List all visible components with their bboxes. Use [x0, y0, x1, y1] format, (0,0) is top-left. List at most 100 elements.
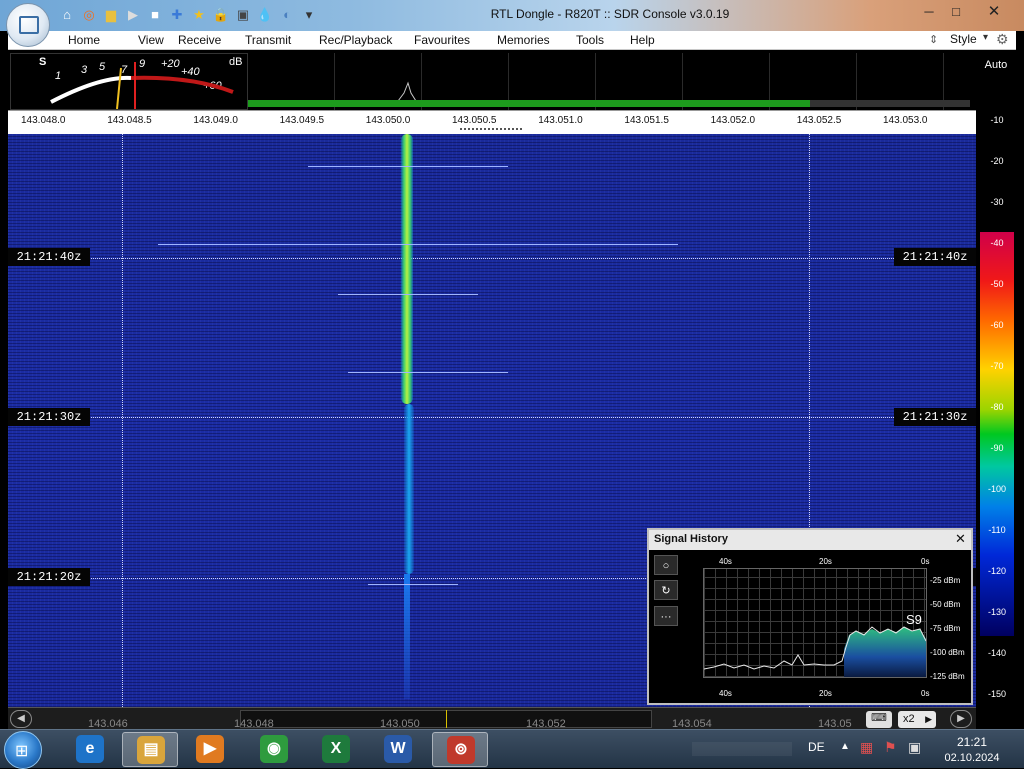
center-marker [446, 710, 447, 728]
reset-icon[interactable]: ↻ [654, 580, 678, 600]
close-button[interactable]: ✕ [980, 3, 1008, 21]
grid-line [8, 417, 976, 418]
menu-transmit[interactable]: Transmit [245, 33, 291, 47]
record-icon[interactable]: ○ [654, 555, 678, 575]
stop-icon[interactable]: ■ [146, 6, 164, 24]
axis-strip [8, 126, 976, 134]
more-options-icon[interactable]: ··· [654, 606, 678, 626]
zoom-level: x2 [903, 713, 915, 725]
menu-tools[interactable]: Tools [576, 33, 604, 47]
menu-rec-playback[interactable]: Rec/Playback [319, 33, 392, 47]
maximize-button[interactable]: □ [943, 3, 969, 21]
menu-view[interactable]: View [138, 33, 164, 47]
menu-bar: Home View Receive Transmit Rec/Playback Favou… [8, 31, 1016, 50]
app-logo-icon [19, 16, 39, 34]
noise-floor-trace [810, 100, 970, 107]
s-meter-arc [50, 62, 234, 109]
level-label: -100 [987, 484, 1006, 494]
scroll-left-icon[interactable]: ◀ [10, 710, 32, 728]
star-icon[interactable]: ★ [190, 6, 208, 24]
folder-icon[interactable]: ▆ [102, 6, 120, 24]
signal-trace-fading [404, 574, 410, 699]
timestamp-left: 21:21:30z [8, 408, 90, 426]
frequency-label: 143.052.0 [710, 115, 756, 126]
taskbar-app-word[interactable]: W [370, 732, 426, 767]
s-meter: S dB 1 3 5 7 9 +20 +40 +60 [10, 53, 248, 110]
frequency-scrollbar[interactable]: ◀ 143.046 143.048 143.050 143.052 143.054 143… [8, 707, 976, 730]
menu-help[interactable]: Help [630, 33, 655, 47]
app-icon: ▤ [137, 736, 165, 764]
camera-icon[interactable]: ▣ [234, 6, 252, 24]
minimize-button[interactable]: ─ [916, 3, 942, 21]
time-tick-top: 20s [819, 557, 832, 566]
level-label: -130 [987, 607, 1006, 617]
app-icon: ▶ [196, 735, 224, 763]
signal-history-close-button[interactable]: ✕ [955, 531, 966, 547]
style-menu[interactable]: Style [950, 32, 977, 46]
menu-home[interactable]: Home [68, 33, 100, 47]
tray-widget [692, 742, 792, 756]
zoom-button[interactable]: x2 ▶ [898, 711, 936, 728]
home-icon[interactable]: ⌂ [58, 6, 76, 24]
passband-bar[interactable] [248, 100, 810, 107]
window-title: RTL Dongle - R820T :: SDR Console v3.0.1… [490, 7, 730, 21]
menu-favourites[interactable]: Favourites [414, 33, 470, 47]
taskbar-app-media-player[interactable]: ▶ [182, 732, 238, 767]
level-label: -10 [990, 115, 1004, 125]
lock-icon[interactable]: 🔒 [212, 6, 230, 24]
menu-memories[interactable]: Memories [497, 33, 550, 47]
scroll-right-icon[interactable]: ▶ [950, 710, 972, 728]
style-arrows-icon[interactable]: ⇕ [929, 33, 938, 46]
action-center-icon[interactable]: ⚑ [884, 739, 897, 756]
level-tick: -25 dBm [930, 576, 961, 585]
frequency-label: 143.048.5 [107, 115, 152, 126]
level-tick: -125 dBm [930, 672, 965, 681]
app-icon: ◉ [260, 735, 288, 763]
carrier-line [158, 244, 678, 245]
signal-trace-strong [401, 134, 413, 404]
style-dropdown-icon[interactable]: ▾ [983, 32, 988, 43]
start-button[interactable]: ⊞ [4, 731, 42, 769]
taskbar-app-excel[interactable]: X [308, 732, 364, 767]
language-indicator[interactable]: DE [808, 740, 825, 754]
app-menu-button[interactable] [6, 3, 50, 47]
s-reading: S9 [906, 612, 922, 627]
tray-expand-icon[interactable]: ▲ [840, 741, 850, 752]
settings-gear-icon[interactable]: ⚙ [996, 31, 1009, 48]
play-icon[interactable]: ▶ [124, 6, 142, 24]
dropdown-icon[interactable]: ▾ [300, 6, 318, 24]
carrier-line [348, 372, 508, 373]
frequency-label: 143.049.5 [279, 115, 325, 126]
level-label: -50 [990, 279, 1004, 289]
auto-scale-button[interactable]: Auto [976, 53, 1016, 77]
add-icon[interactable]: ✚ [168, 6, 186, 24]
level-label: -40 [990, 238, 1004, 248]
keyboard-icon[interactable]: ⌨ [866, 711, 892, 728]
level-tick: -75 dBm [930, 624, 961, 633]
signal-trace-weak [404, 404, 414, 574]
frequency-label: 143.051.0 [538, 115, 583, 126]
taskbar-app-explorer[interactable]: ▤ [122, 732, 178, 767]
water-icon[interactable]: 💧 [256, 6, 274, 24]
carrier-line [368, 584, 458, 585]
level-label: -150 [987, 689, 1006, 699]
time-tick-top: 0s [921, 557, 930, 566]
lifebuoy-icon[interactable]: ◎ [80, 6, 98, 24]
taskbar-app-internet-explorer[interactable]: e [62, 732, 118, 767]
signal-history-titlebar[interactable]: Signal History ✕ [649, 530, 971, 550]
display-icon[interactable]: ▣ [908, 739, 921, 756]
frequency-label: 143.050.0 [365, 115, 411, 126]
clock-time[interactable]: 21:21 [942, 735, 1002, 749]
taskbar-app-chrome[interactable]: ◉ [246, 732, 302, 767]
frequency-label: 143.053.0 [883, 115, 928, 126]
frequency-label: 143.051.5 [624, 115, 669, 126]
carrier-line [308, 166, 508, 167]
menu-receive[interactable]: Receive [178, 33, 221, 47]
frequency-label: 143.050.5 [452, 115, 497, 126]
taskbar-app-sdr-console[interactable]: ⊚ [432, 732, 488, 767]
network-icon[interactable]: ▦ [860, 739, 873, 756]
drag-handle[interactable] [460, 128, 522, 131]
clock-date[interactable]: 02.10.2024 [942, 752, 1002, 764]
timestamp-left: 21:21:20z [8, 568, 90, 586]
globe-icon[interactable]: ◐ [278, 6, 296, 24]
